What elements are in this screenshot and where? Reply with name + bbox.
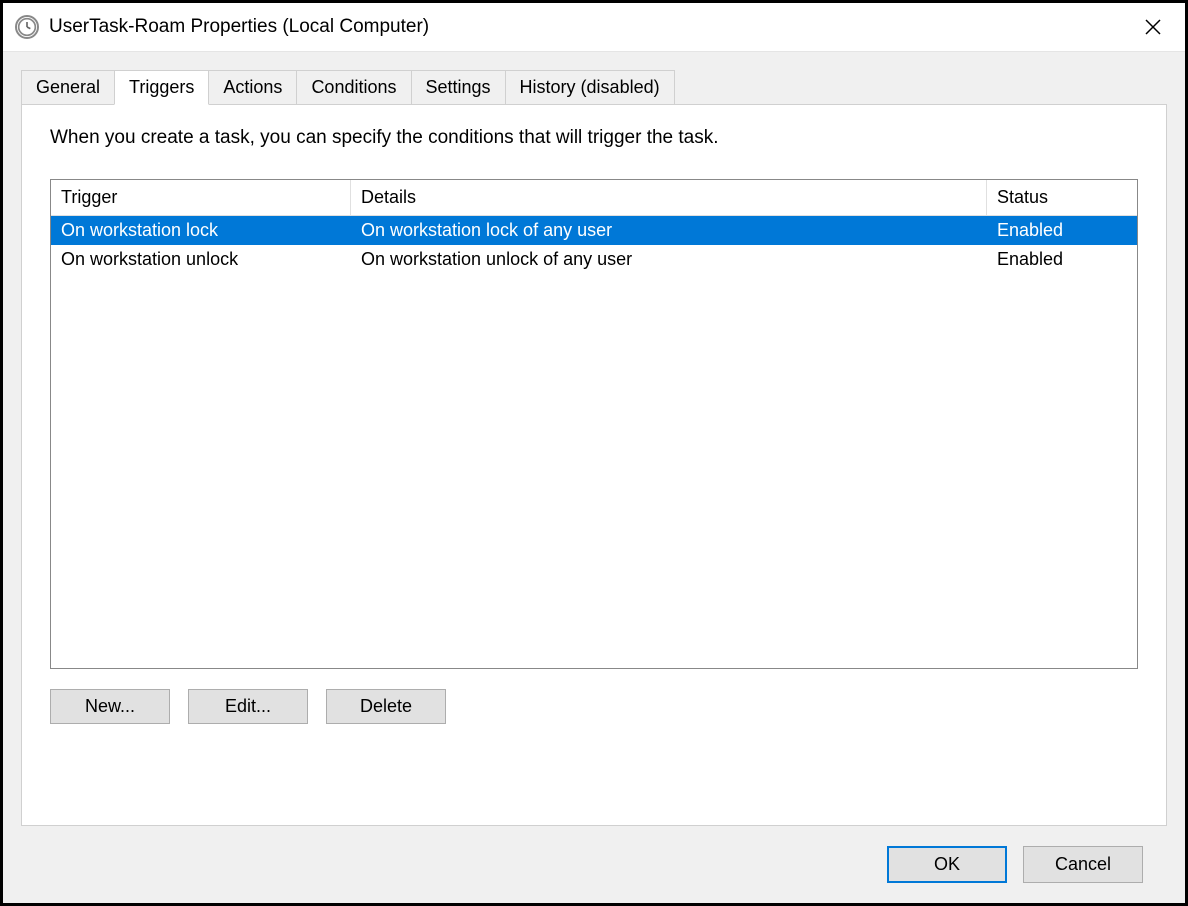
triggers-listview[interactable]: Trigger Details Status On workstation lo… [50,179,1138,669]
trigger-cell-details: On workstation lock of any user [351,216,987,245]
trigger-cell-details: On workstation unlock of any user [351,245,987,274]
clock-icon [15,15,39,39]
dialog-footer: OK Cancel [21,826,1167,903]
cancel-button[interactable]: Cancel [1023,846,1143,883]
trigger-row[interactable]: On workstation lockOn workstation lock o… [51,216,1137,245]
trigger-cell-trigger: On workstation unlock [51,245,351,274]
column-header-trigger[interactable]: Trigger [51,180,351,216]
trigger-cell-status: Enabled [987,216,1137,245]
column-header-status[interactable]: Status [987,180,1137,216]
tab-actions[interactable]: Actions [208,70,297,105]
tab-general[interactable]: General [21,70,115,105]
column-header-details[interactable]: Details [351,180,987,216]
list-body: On workstation lockOn workstation lock o… [51,216,1137,668]
list-header: Trigger Details Status [51,180,1137,216]
tab-settings[interactable]: Settings [411,70,506,105]
window-title: UserTask-Roam Properties (Local Computer… [49,16,1133,38]
new-button[interactable]: New... [50,689,170,724]
titlebar: UserTask-Roam Properties (Local Computer… [3,3,1185,52]
tab-conditions[interactable]: Conditions [296,70,411,105]
edit-button[interactable]: Edit... [188,689,308,724]
close-button[interactable] [1133,11,1173,43]
tab-triggers[interactable]: Triggers [114,70,209,105]
ok-button[interactable]: OK [887,846,1007,883]
content-area: General Triggers Actions Conditions Sett… [3,52,1185,903]
panel-description: When you create a task, you can specify … [50,127,1138,149]
tab-strip: General Triggers Actions Conditions Sett… [21,70,1167,105]
trigger-cell-trigger: On workstation lock [51,216,351,245]
triggers-panel: When you create a task, you can specify … [21,104,1167,826]
delete-button[interactable]: Delete [326,689,446,724]
properties-dialog: UserTask-Roam Properties (Local Computer… [0,0,1188,906]
trigger-row[interactable]: On workstation unlockOn workstation unlo… [51,245,1137,274]
trigger-action-buttons: New... Edit... Delete [50,689,1138,724]
tab-history[interactable]: History (disabled) [505,70,675,105]
trigger-cell-status: Enabled [987,245,1137,274]
